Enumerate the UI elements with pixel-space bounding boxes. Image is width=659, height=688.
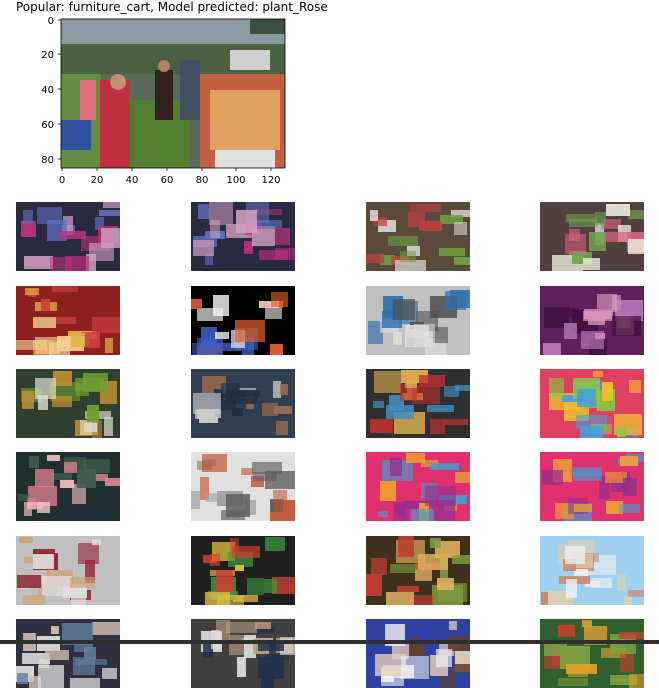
result-thumbnail <box>16 619 120 688</box>
result-thumbnail <box>16 369 120 438</box>
x-axis: 0 20 40 60 80 100 120 <box>59 168 281 186</box>
x-tick-label: 0 <box>59 175 65 186</box>
result-thumbnail <box>366 536 470 605</box>
result-thumbnail <box>16 286 120 355</box>
result-thumbnail <box>16 452 120 521</box>
result-thumbnail <box>540 452 644 521</box>
y-tick-label: 60 <box>41 120 54 131</box>
result-thumbnail <box>16 536 120 605</box>
x-tick-label: 60 <box>161 175 174 186</box>
result-thumbnail <box>540 619 644 688</box>
result-thumbnail <box>366 369 470 438</box>
x-tick-label: 100 <box>226 175 245 186</box>
x-tick-label: 40 <box>126 175 139 186</box>
y-axis: 0 20 40 60 80 <box>41 16 61 166</box>
result-thumbnail <box>191 452 295 521</box>
result-thumbnail <box>366 619 470 688</box>
result-thumbnail <box>366 452 470 521</box>
y-tick-label: 0 <box>48 16 54 27</box>
x-tick-label: 20 <box>91 175 104 186</box>
result-thumbnail <box>540 202 644 271</box>
main-image-plot: 0 20 40 60 80 0 20 40 60 80 100 120 <box>41 16 286 186</box>
main-image <box>60 18 286 169</box>
result-thumbnail <box>191 202 295 271</box>
result-thumbnail <box>191 286 295 355</box>
y-tick-label: 40 <box>41 85 54 96</box>
x-tick-label: 80 <box>196 175 209 186</box>
result-thumbnail <box>366 286 470 355</box>
result-thumbnail <box>540 286 644 355</box>
bottom-scrollbar[interactable] <box>0 640 659 644</box>
result-thumbnail <box>540 536 644 605</box>
y-tick-label: 20 <box>41 50 54 61</box>
result-thumbnail <box>16 202 120 271</box>
result-thumbnail <box>191 619 295 688</box>
result-thumbnail <box>366 202 470 271</box>
result-thumbnail <box>191 536 295 605</box>
y-tick-label: 80 <box>41 155 54 166</box>
result-thumbnail <box>191 369 295 438</box>
result-thumbnail <box>540 369 644 438</box>
x-tick-label: 120 <box>261 175 280 186</box>
